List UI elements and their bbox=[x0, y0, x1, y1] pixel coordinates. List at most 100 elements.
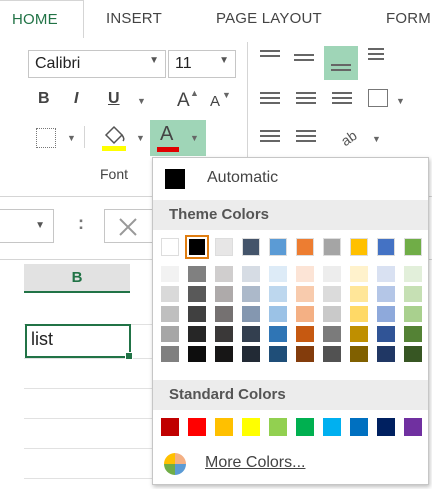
increase-indent-icon[interactable] bbox=[296, 130, 316, 145]
theme-color-swatch[interactable] bbox=[377, 238, 395, 256]
selected-cell[interactable]: list bbox=[25, 324, 133, 360]
theme-shade-swatch[interactable] bbox=[161, 306, 179, 322]
standard-color-swatch[interactable] bbox=[269, 418, 287, 436]
theme-color-swatch[interactable] bbox=[296, 238, 314, 256]
theme-shade-swatch[interactable] bbox=[269, 266, 287, 282]
theme-shade-swatch[interactable] bbox=[377, 266, 395, 282]
theme-color-swatch[interactable] bbox=[242, 238, 260, 256]
borders-dropdown-icon[interactable]: ▼ bbox=[67, 133, 76, 143]
theme-shade-swatch[interactable] bbox=[323, 306, 341, 322]
theme-shade-swatch[interactable] bbox=[188, 306, 206, 322]
fill-handle[interactable] bbox=[125, 352, 133, 360]
automatic-color-option[interactable]: Automatic bbox=[153, 160, 428, 196]
theme-shade-swatch[interactable] bbox=[350, 286, 368, 302]
standard-color-swatch[interactable] bbox=[323, 418, 341, 436]
wrap-text-icon[interactable] bbox=[368, 48, 384, 63]
theme-shade-swatch[interactable] bbox=[323, 286, 341, 302]
underline-options-icon[interactable]: ▼ bbox=[137, 96, 146, 106]
align-top-icon[interactable] bbox=[260, 50, 280, 60]
cancel-formula-button[interactable] bbox=[104, 209, 156, 243]
theme-shade-swatch[interactable] bbox=[404, 326, 422, 342]
italic-button[interactable]: I bbox=[74, 90, 78, 108]
theme-color-swatch[interactable] bbox=[323, 238, 341, 256]
theme-color-swatch[interactable] bbox=[269, 238, 287, 256]
theme-shade-swatch[interactable] bbox=[215, 346, 233, 362]
theme-shade-swatch[interactable] bbox=[242, 306, 260, 322]
theme-shade-swatch[interactable] bbox=[296, 326, 314, 342]
theme-shade-swatch[interactable] bbox=[242, 286, 260, 302]
standard-color-swatch[interactable] bbox=[296, 418, 314, 436]
theme-shade-swatch[interactable] bbox=[350, 306, 368, 322]
theme-shade-swatch[interactable] bbox=[161, 346, 179, 362]
align-right-icon[interactable] bbox=[332, 92, 352, 107]
theme-shade-swatch[interactable] bbox=[161, 286, 179, 302]
theme-shade-swatch[interactable] bbox=[296, 286, 314, 302]
theme-color-swatch[interactable] bbox=[161, 238, 179, 256]
font-color-button[interactable]: A ▼ bbox=[150, 120, 206, 156]
theme-shade-swatch[interactable] bbox=[242, 346, 260, 362]
chevron-down-icon[interactable]: ▼ bbox=[219, 55, 229, 66]
align-left-icon[interactable] bbox=[260, 92, 280, 107]
theme-shade-swatch[interactable] bbox=[188, 346, 206, 362]
theme-shade-swatch[interactable] bbox=[377, 286, 395, 302]
fill-color-icon[interactable] bbox=[100, 122, 128, 152]
theme-shade-swatch[interactable] bbox=[215, 326, 233, 342]
tab-insert[interactable]: INSERT bbox=[106, 10, 162, 27]
theme-shade-swatch[interactable] bbox=[161, 326, 179, 342]
borders-icon[interactable] bbox=[36, 128, 56, 148]
theme-shade-swatch[interactable] bbox=[404, 286, 422, 302]
standard-color-swatch[interactable] bbox=[188, 418, 206, 436]
theme-shade-swatch[interactable] bbox=[350, 326, 368, 342]
standard-color-swatch[interactable] bbox=[404, 418, 422, 436]
theme-color-swatch[interactable] bbox=[350, 238, 368, 256]
theme-shade-swatch[interactable] bbox=[215, 306, 233, 322]
tab-page-layout[interactable]: PAGE LAYOUT bbox=[216, 10, 322, 27]
theme-shade-swatch[interactable] bbox=[404, 266, 422, 282]
orientation-icon[interactable]: ab bbox=[338, 124, 364, 148]
theme-color-swatch[interactable] bbox=[404, 238, 422, 256]
standard-color-swatch[interactable] bbox=[242, 418, 260, 436]
theme-shade-swatch[interactable] bbox=[242, 266, 260, 282]
align-middle-icon[interactable] bbox=[294, 54, 314, 64]
theme-shade-swatch[interactable] bbox=[269, 306, 287, 322]
theme-shade-swatch[interactable] bbox=[377, 346, 395, 362]
align-center-icon[interactable] bbox=[296, 92, 316, 107]
chevron-down-icon[interactable]: ▼ bbox=[149, 55, 159, 66]
theme-shade-swatch[interactable] bbox=[350, 266, 368, 282]
font-name-combo[interactable]: Calibri ▼ bbox=[28, 50, 166, 78]
theme-shade-swatch[interactable] bbox=[215, 286, 233, 302]
chevron-down-icon[interactable]: ▼ bbox=[35, 220, 45, 231]
theme-shade-swatch[interactable] bbox=[350, 346, 368, 362]
column-header-b[interactable]: B bbox=[24, 264, 130, 293]
theme-shade-swatch[interactable] bbox=[404, 346, 422, 362]
standard-color-swatch[interactable] bbox=[377, 418, 395, 436]
standard-color-swatch[interactable] bbox=[215, 418, 233, 436]
standard-color-swatch[interactable] bbox=[350, 418, 368, 436]
theme-shade-swatch[interactable] bbox=[296, 266, 314, 282]
theme-shade-swatch[interactable] bbox=[323, 346, 341, 362]
underline-button[interactable]: U bbox=[108, 90, 120, 108]
theme-shade-swatch[interactable] bbox=[377, 326, 395, 342]
theme-shade-swatch[interactable] bbox=[242, 326, 260, 342]
theme-shade-swatch[interactable] bbox=[323, 266, 341, 282]
orientation-dropdown-icon[interactable]: ▼ bbox=[372, 134, 381, 144]
tab-home[interactable]: HOME bbox=[0, 0, 84, 38]
theme-shade-swatch[interactable] bbox=[377, 306, 395, 322]
theme-shade-swatch[interactable] bbox=[215, 266, 233, 282]
theme-color-swatch[interactable] bbox=[215, 238, 233, 256]
theme-shade-swatch[interactable] bbox=[269, 346, 287, 362]
decrease-font-size-button[interactable]: A bbox=[210, 93, 220, 110]
name-box[interactable]: ▼ bbox=[0, 209, 54, 243]
bold-button[interactable]: B bbox=[38, 90, 50, 108]
theme-shade-swatch[interactable] bbox=[269, 326, 287, 342]
theme-shade-swatch[interactable] bbox=[188, 326, 206, 342]
font-size-combo[interactable]: 11 ▼ bbox=[168, 50, 236, 78]
theme-shade-swatch[interactable] bbox=[188, 286, 206, 302]
tab-formulas[interactable]: FORM bbox=[386, 10, 431, 27]
decrease-indent-icon[interactable] bbox=[260, 130, 280, 145]
standard-color-swatch[interactable] bbox=[161, 418, 179, 436]
theme-shade-swatch[interactable] bbox=[269, 286, 287, 302]
align-bottom-button[interactable] bbox=[324, 46, 358, 80]
merge-center-icon[interactable] bbox=[368, 89, 388, 107]
theme-shade-swatch[interactable] bbox=[188, 266, 206, 282]
